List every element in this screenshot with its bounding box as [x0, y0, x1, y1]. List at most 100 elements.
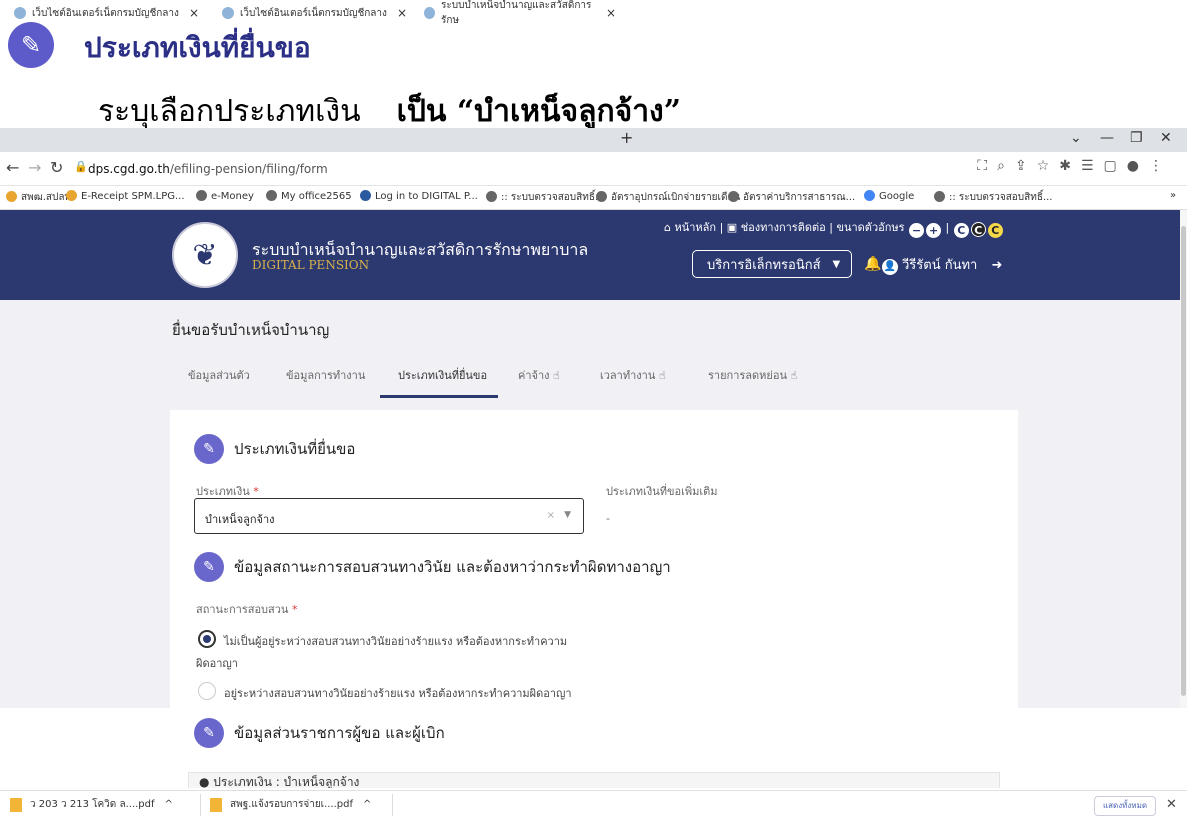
- tab-search-icon[interactable]: ⌄: [1070, 130, 1082, 146]
- page-title: ยื่นขอรับบำเหน็จบำนาญ: [172, 321, 330, 339]
- bookmarks-more-icon[interactable]: »: [1170, 190, 1176, 201]
- radio-under-inquiry-label: อยู่ระหว่างสอบสวนทางวินัยอย่างร้ายแรง หร…: [224, 687, 572, 700]
- bell-icon[interactable]: 🔔: [864, 256, 881, 272]
- contrast-default-button[interactable]: C: [953, 223, 969, 238]
- site-name-en: DIGITAL PENSION: [252, 258, 370, 272]
- pencil-icon: ✎: [194, 552, 224, 582]
- close-tab-icon[interactable]: ×: [606, 6, 616, 20]
- forward-icon[interactable]: →: [28, 158, 41, 177]
- bookmark-item[interactable]: สพฒ.สปลพ: [6, 190, 71, 205]
- bookmark-item[interactable]: :: ระบบตรวจสอบสิทธิ์...: [934, 190, 1053, 205]
- download-filename: ว 203 ว 213 โควิด ล....pdf: [30, 799, 155, 810]
- section-title: ข้อมูลสถานะการสอบสวนทางวินัย และต้องหาว่…: [234, 558, 671, 576]
- section-agency-header: ✎ ข้อมูลส่วนราชการผู้ขอ และผู้เบิก: [194, 718, 445, 748]
- bookmark-icon: [360, 190, 371, 201]
- required-mark: *: [291, 603, 298, 616]
- download-item[interactable]: ว 203 ว 213 โควิด ล....pdf ^: [10, 797, 173, 812]
- contrast-yellow-button[interactable]: C: [987, 223, 1003, 238]
- slide-header-icon-wrap: ✎: [8, 22, 54, 68]
- font-size-label: ขนาดตัวอักษร: [836, 221, 905, 234]
- user-avatar-icon: 👤: [882, 259, 898, 275]
- star-icon[interactable]: ☆: [1037, 158, 1060, 174]
- close-window-icon[interactable]: ✕: [1160, 130, 1172, 146]
- clear-icon[interactable]: ×: [547, 510, 555, 521]
- contact-link[interactable]: ช่องทางการติดต่อ: [741, 221, 826, 234]
- tab-personal-info[interactable]: ข้อมูลส่วนตัว: [188, 366, 250, 384]
- browser-tab[interactable]: เว็บไซต์อินเตอร์เน็ตกรมบัญชีกลาง ×: [214, 2, 414, 24]
- chevron-up-icon[interactable]: ^: [363, 799, 371, 810]
- section-inquiry-header: ✎ ข้อมูลสถานะการสอบสวนทางวินัย และต้องหา…: [194, 552, 671, 582]
- close-download-bar-icon[interactable]: ✕: [1166, 797, 1177, 812]
- logout-icon[interactable]: ➜: [992, 258, 1003, 273]
- address-bar-icons: ⛶⌕⇪☆✱☰▢●⋮: [977, 158, 1173, 174]
- bookmark-item[interactable]: E-Receipt SPM.LPG...: [66, 190, 185, 202]
- minimize-icon[interactable]: —: [1100, 130, 1114, 146]
- radio-not-under-inquiry[interactable]: [198, 630, 216, 648]
- profile-icon[interactable]: ●: [1127, 158, 1149, 174]
- favicon-icon: [14, 7, 26, 19]
- lock-icon[interactable]: 🔒: [74, 160, 88, 173]
- menu-icon[interactable]: ⋮: [1149, 158, 1173, 174]
- back-icon[interactable]: ←: [6, 158, 19, 177]
- tab-money-type[interactable]: ประเภทเงินที่ยื่นขอ: [398, 366, 487, 384]
- globe-icon: [728, 191, 739, 202]
- pencil-icon: ✎: [194, 718, 224, 748]
- pointer-hand-icon: ☝: [658, 369, 666, 382]
- bookmark-item[interactable]: อัตราอุปกรณ์เบิกจ่ายรายเดือน: [596, 190, 740, 205]
- bookmark-item[interactable]: :: ระบบตรวจสอบสิทธิ์...: [486, 190, 605, 205]
- tab-work-time[interactable]: เวลาทำงาน ☝: [600, 366, 666, 384]
- url-field[interactable]: dps.cgd.go.th/efiling-pension/filing/for…: [88, 162, 328, 176]
- extensions-icon[interactable]: ✱: [1059, 158, 1081, 174]
- user-menu[interactable]: 👤 วีรีรัตน์ กันทา ➜: [882, 254, 1002, 275]
- tab-wages[interactable]: ค่าจ้าง ☝: [518, 366, 560, 384]
- share-icon[interactable]: ⇪: [1015, 158, 1037, 174]
- translate-icon[interactable]: ⛶: [977, 158, 997, 174]
- additional-money-type-label: ประเภทเงินที่ขอเพิ่มเติม: [606, 485, 718, 498]
- bookmark-item[interactable]: Log in to DIGITAL P...: [360, 190, 478, 202]
- contrast-dark-button[interactable]: C: [970, 222, 986, 237]
- font-decrease-button[interactable]: −: [909, 223, 925, 238]
- new-tab-button[interactable]: +: [620, 128, 633, 147]
- money-type-select[interactable]: บำเหน็จลูกจ้าง × ▼: [194, 498, 584, 534]
- download-bar: [0, 790, 1187, 821]
- section-money-type-header: ✎ ประเภทเงินที่ยื่นขอ: [194, 434, 355, 464]
- section-title: ประเภทเงินที่ยื่นขอ: [234, 440, 356, 458]
- close-tab-icon[interactable]: ×: [397, 6, 407, 20]
- bookmark-item[interactable]: อัตราค่าบริการสาธารณ...: [728, 190, 855, 205]
- download-filename: สพฐ.แจ้งรอบการจ่ายเ....pdf: [230, 799, 354, 810]
- tab-work-info[interactable]: ข้อมูลการทำงาน: [286, 366, 365, 384]
- reload-icon[interactable]: ↻: [50, 158, 63, 177]
- bookmark-icon: [66, 190, 77, 201]
- inquiry-status-label: สถานะการสอบสวน *: [196, 603, 298, 616]
- collapsed-panel-peek[interactable]: ● ประเภทเงิน : บำเหน็จลูกจ้าง: [188, 772, 1000, 788]
- pointer-hand-icon: ☝: [790, 369, 798, 382]
- chevron-up-icon[interactable]: ^: [165, 799, 173, 810]
- tab-deductions[interactable]: รายการลดหย่อน ☝: [708, 366, 797, 384]
- radio-not-under-inquiry-label-cont: ผิดอาญา: [196, 657, 238, 670]
- radio-under-inquiry[interactable]: [198, 682, 216, 700]
- close-tab-icon[interactable]: ×: [189, 6, 199, 20]
- caret-down-icon: ▼: [832, 258, 841, 270]
- globe-icon: [266, 190, 277, 201]
- home-link[interactable]: หน้าหลัก: [674, 221, 716, 234]
- browser-tab-active[interactable]: ระบบบำเหน็จบำนาญและสวัสดิการรักษ ×: [416, 0, 616, 26]
- maximize-icon[interactable]: ❐: [1130, 130, 1143, 146]
- zoom-icon[interactable]: ⌕: [997, 158, 1015, 174]
- required-mark: *: [253, 485, 259, 498]
- side-panel-icon[interactable]: ▢: [1104, 158, 1127, 174]
- chevron-down-icon[interactable]: ▼: [564, 510, 571, 520]
- scrollbar-thumb[interactable]: [1181, 226, 1186, 696]
- bookmark-item[interactable]: Google: [864, 190, 914, 202]
- download-item[interactable]: สพฐ.แจ้งรอบการจ่ายเ....pdf ^: [210, 797, 371, 812]
- reading-list-icon[interactable]: ☰: [1081, 158, 1104, 174]
- home-icon: ⌂: [664, 221, 671, 234]
- browser-tab[interactable]: เว็บไซต์อินเตอร์เน็ตกรมบัญชีกลาง ×: [6, 2, 206, 24]
- bookmark-item[interactable]: e-Money: [196, 190, 254, 202]
- electronic-services-dropdown[interactable]: บริการอิเล็กทรอนิกส์ ▼: [692, 250, 852, 278]
- section-title: ข้อมูลส่วนราชการผู้ขอ และผู้เบิก: [234, 724, 445, 742]
- bookmark-item[interactable]: My office2565: [266, 190, 352, 202]
- user-name: วีรีรัตน์ กันทา: [902, 258, 978, 273]
- show-all-downloads-button[interactable]: แสดงทั้งหมด: [1094, 796, 1156, 816]
- electronic-services-label: บริการอิเล็กทรอนิกส์: [707, 257, 821, 273]
- font-increase-button[interactable]: +: [926, 223, 942, 238]
